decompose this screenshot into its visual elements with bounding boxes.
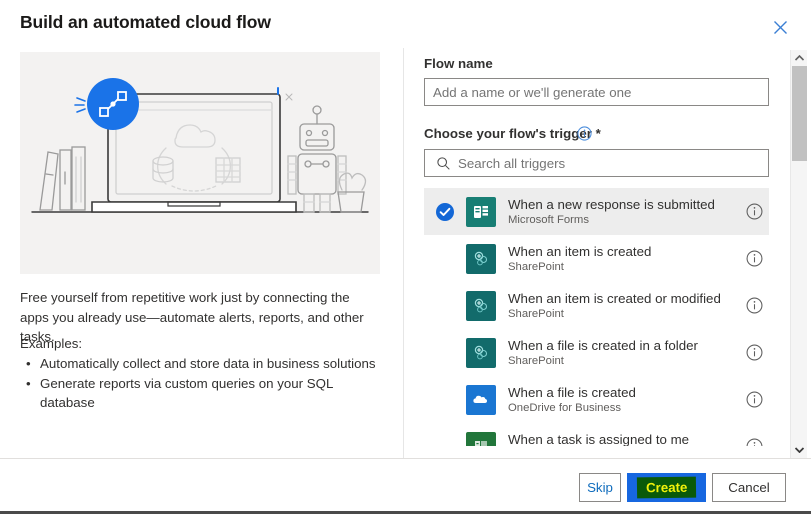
flow-name-label: Flow name: [424, 56, 493, 71]
info-icon[interactable]: [577, 126, 592, 141]
trigger-subtitle: SharePoint: [508, 354, 564, 367]
trigger-row[interactable]: When a task is assigned to mePlanner: [424, 423, 769, 446]
trigger-text: When a file is created OneDrive for Busin…: [496, 384, 739, 416]
examples-label: Examples:: [20, 336, 83, 351]
build-cloud-flow-dialog: Build an automated cloud flow Free yours…: [0, 0, 811, 514]
trigger-title: When a file is created: [508, 384, 636, 400]
trigger-row[interactable]: When an item is created SharePoint: [424, 235, 769, 282]
close-icon: [773, 20, 788, 35]
trigger-title: When a new response is submitted: [508, 196, 715, 212]
trigger-title: When a file is created in a folder: [508, 337, 698, 353]
trigger-subtitle: OneDrive for Business: [508, 401, 622, 414]
trigger-text: When a task is assigned to mePlanner: [496, 431, 739, 447]
cloud-flow-illustration: [20, 52, 380, 274]
choose-trigger-label: Choose your flow's trigger *: [424, 126, 601, 141]
trigger-text: When a file is created in a folder ShareP…: [496, 337, 739, 369]
trigger-info-icon[interactable]: [739, 391, 769, 408]
list-item: Generate reports via custom queries on y…: [26, 374, 380, 413]
trigger-row[interactable]: When an item is created or modified Share…: [424, 282, 769, 329]
dialog-footer: Skip Create Cancel: [0, 458, 811, 511]
search-input[interactable]: [424, 149, 769, 177]
trigger-row[interactable]: When a file is created in a folder ShareP…: [424, 329, 769, 376]
trigger-info-icon[interactable]: [739, 438, 769, 446]
trigger-row[interactable]: When a file is created OneDrive for Busin…: [424, 376, 769, 423]
skip-button[interactable]: Skip: [579, 473, 621, 502]
trigger-title: When an item is created or modified: [508, 290, 721, 306]
microsoft-forms-icon: [466, 196, 496, 227]
trigger-text: When a new response is submitted Microsof…: [496, 196, 739, 228]
trigger-row[interactable]: When a new response is submitted Microsof…: [424, 188, 769, 235]
create-button[interactable]: Create: [627, 473, 706, 502]
sharepoint-icon: [466, 337, 496, 368]
trigger-subtitle: Microsoft Forms: [508, 213, 589, 226]
planner-icon: [466, 431, 496, 446]
trigger-subtitle: SharePoint: [508, 307, 564, 320]
vertical-scrollbar[interactable]: [790, 50, 807, 458]
examples-list: Automatically collect and store data in …: [20, 354, 380, 413]
trigger-selected-check: [424, 202, 466, 221]
trigger-text: When an item is created SharePoint: [496, 243, 739, 275]
trigger-info-icon[interactable]: [739, 250, 769, 267]
trigger-title: When an item is created: [508, 243, 652, 259]
left-info-panel: Free yourself from repetitive work just …: [0, 48, 404, 458]
list-item: Automatically collect and store data in …: [26, 354, 380, 374]
trigger-title: When a task is assigned to me: [508, 431, 690, 447]
scrollbar-thumb[interactable]: [792, 66, 807, 161]
trigger-list[interactable]: When a new response is submitted Microsof…: [424, 188, 769, 446]
trigger-text: When an item is created or modified Share…: [496, 290, 739, 322]
trigger-info-icon[interactable]: [739, 297, 769, 314]
close-button[interactable]: [767, 14, 793, 40]
sharepoint-icon: [466, 290, 496, 321]
trigger-subtitle: SharePoint: [508, 260, 564, 273]
onedrive-icon: [466, 384, 496, 415]
scroll-down-arrow[interactable]: [791, 442, 808, 458]
trigger-info-icon[interactable]: [739, 344, 769, 361]
sharepoint-icon: [466, 243, 496, 274]
dialog-header: Build an automated cloud flow: [0, 0, 811, 48]
cancel-button[interactable]: Cancel: [712, 473, 786, 502]
create-button-label: Create: [636, 476, 697, 499]
scroll-up-arrow[interactable]: [791, 50, 808, 66]
right-form-panel: Flow name Choose your flow's trigger * W…: [405, 48, 811, 458]
flow-name-input[interactable]: [424, 78, 769, 106]
page-title: Build an automated cloud flow: [20, 12, 271, 32]
trigger-info-icon[interactable]: [739, 203, 769, 220]
